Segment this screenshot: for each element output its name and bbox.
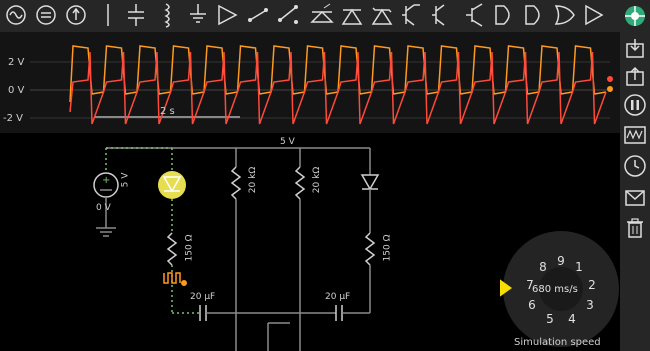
logic-gate-icon[interactable] xyxy=(492,2,516,28)
dial-num-8[interactable]: 8 xyxy=(537,260,549,274)
import-icon[interactable] xyxy=(623,36,647,60)
buffer-icon[interactable] xyxy=(582,2,606,28)
source-voltage-label: 5 V xyxy=(120,172,131,188)
led-icon[interactable] xyxy=(310,2,334,28)
speed-readout: 680 ms/s xyxy=(532,284,578,295)
inductor-icon[interactable] xyxy=(154,2,178,28)
component-toolbar xyxy=(0,0,620,32)
capacitor-icon[interactable] xyxy=(124,2,148,28)
trace-red-marker xyxy=(607,76,613,82)
supply-label: 5 V xyxy=(280,137,295,147)
source-ground-label: 0 V xyxy=(96,203,111,213)
export-icon[interactable] xyxy=(623,64,647,88)
pause-icon[interactable] xyxy=(623,93,647,117)
pnp-transistor-icon[interactable] xyxy=(430,2,454,28)
dial-num-5[interactable]: 5 xyxy=(544,312,556,326)
wire-icon[interactable] xyxy=(96,2,120,28)
dial-num-9[interactable]: 9 xyxy=(555,254,567,268)
switch-icon[interactable] xyxy=(246,2,270,28)
scope-traces xyxy=(30,45,613,125)
cap-left-label: 20 μF xyxy=(190,292,216,302)
scope-ylabel-mid: 0 V xyxy=(8,85,25,96)
scope-ylabel-top: 2 V xyxy=(8,57,25,68)
resistor-150-right-label: 150 Ω xyxy=(382,234,393,262)
ground-icon[interactable] xyxy=(186,2,210,28)
ground-source-icon[interactable] xyxy=(34,2,58,28)
zener-alt-icon[interactable] xyxy=(370,2,394,28)
dial-num-2[interactable]: 2 xyxy=(586,278,598,292)
zener-icon[interactable] xyxy=(340,2,364,28)
led-lit xyxy=(158,171,186,199)
mail-icon[interactable] xyxy=(623,186,647,210)
cap-right-label: 20 μF xyxy=(325,292,351,302)
speed-label: Simulation speed xyxy=(514,337,601,348)
scope-icon[interactable] xyxy=(623,123,647,147)
scope-ylabel-bottom: -2 V xyxy=(3,113,23,124)
trace-orange-marker xyxy=(607,86,613,92)
voltage-source-icon[interactable] xyxy=(64,2,88,28)
dial-num-1[interactable]: 1 xyxy=(573,260,585,274)
app-logo-icon[interactable] xyxy=(623,4,647,28)
and-gate-icon[interactable] xyxy=(522,2,546,28)
resistor-150-left-label: 150 Ω xyxy=(184,234,195,262)
clock-icon[interactable] xyxy=(623,154,647,178)
resistor-20k-left-label: 20 kΩ xyxy=(248,166,259,194)
npn-transistor-icon[interactable] xyxy=(400,2,424,28)
action-sidebar xyxy=(620,0,650,351)
diode-icon[interactable] xyxy=(216,2,240,28)
or-gate-icon[interactable] xyxy=(552,2,576,28)
dial-num-6[interactable]: 6 xyxy=(526,298,538,312)
spdt-switch-icon[interactable] xyxy=(276,2,300,28)
oscilloscope-panel[interactable]: 2 V 0 V -2 V 2 s xyxy=(0,32,620,133)
ac-source-icon[interactable] xyxy=(4,2,28,28)
scope-time-label: 2 s xyxy=(160,106,175,117)
dial-num-3[interactable]: 3 xyxy=(584,298,596,312)
trash-icon[interactable] xyxy=(623,216,647,240)
mosfet-icon[interactable] xyxy=(462,2,486,28)
dial-num-4[interactable]: 4 xyxy=(566,312,578,326)
resistor-20k-mid-label: 20 kΩ xyxy=(312,166,323,194)
svg-text:+: + xyxy=(102,175,110,186)
